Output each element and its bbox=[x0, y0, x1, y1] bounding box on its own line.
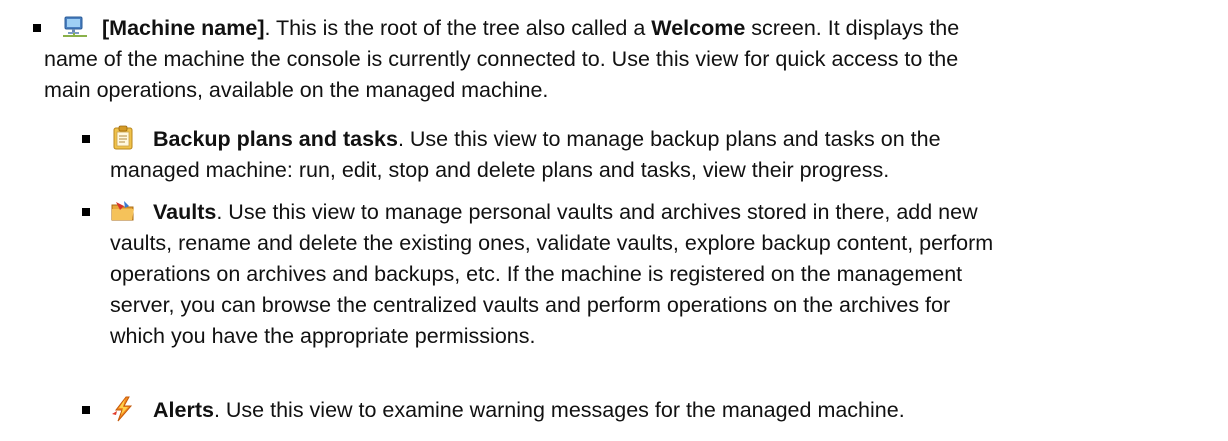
item-text-line: operations on archives and backups, etc.… bbox=[110, 262, 963, 286]
bullet bbox=[82, 135, 90, 143]
folder-vault-icon bbox=[111, 201, 134, 221]
item-text-line: main operations, available on the manage… bbox=[44, 78, 549, 102]
item-text-segment: screen. It displays the bbox=[745, 16, 960, 40]
clipboard-icon bbox=[113, 125, 133, 150]
bullet bbox=[82, 406, 90, 414]
item-title: Alerts bbox=[153, 398, 214, 422]
item-title: Backup plans and tasks bbox=[153, 127, 398, 151]
item-title: Vaults bbox=[153, 200, 217, 224]
bullet bbox=[33, 24, 41, 32]
item-text-line: vaults, rename and delete the existing o… bbox=[110, 231, 994, 255]
item-text-line: managed machine: run, edit, stop and del… bbox=[110, 158, 890, 182]
item-text-line: which you have the appropriate permissio… bbox=[110, 324, 536, 348]
welcome-term: Welcome bbox=[651, 16, 746, 40]
item-text-segment: . This is the root of the tree also call… bbox=[264, 16, 652, 40]
item-text-segment: . Use this view to examine warning messa… bbox=[213, 398, 905, 422]
item-title: [Machine name] bbox=[102, 16, 265, 40]
computer-network-icon bbox=[63, 16, 87, 37]
bullet bbox=[82, 208, 90, 216]
item-text-segment: . Use this view to manage personal vault… bbox=[216, 200, 978, 224]
item-text-line: server, you can browse the centralized v… bbox=[110, 293, 951, 317]
lightning-alert-icon bbox=[112, 396, 133, 422]
item-text-line: name of the machine the console is curre… bbox=[44, 47, 959, 71]
item-text-segment: . Use this view to manage backup plans a… bbox=[397, 127, 941, 151]
